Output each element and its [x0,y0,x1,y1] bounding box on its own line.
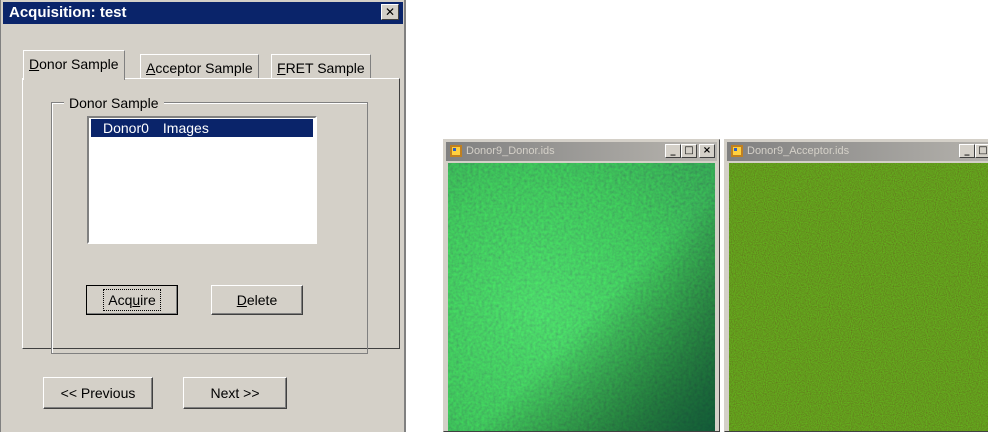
minimize-button[interactable]: _ [959,144,975,158]
acceptor-window-titlebar[interactable]: Donor9_Acceptor.ids _ □ × [727,142,988,161]
close-icon: ✕ [384,5,396,19]
tab-panel: Donor Sample Donor0 Images Acquire Delete [22,78,400,354]
minimize-button[interactable]: _ [665,144,681,158]
image-window-icon [450,145,462,157]
minimize-icon: _ [670,145,676,156]
acceptor-image-window[interactable]: Donor9_Acceptor.ids _ □ × [724,139,988,432]
close-icon: × [702,145,712,156]
donor-image-window[interactable]: Donor9_Donor.ids _ □ × [443,139,720,432]
tab-acceptor-sample[interactable]: Acceptor Sample [140,54,259,80]
list-item[interactable]: Donor0 Images [91,119,313,137]
maximize-button[interactable]: □ [975,144,988,158]
list-item-name: Donor0 [103,120,149,136]
acceptor-window-title: Donor9_Acceptor.ids [747,145,850,157]
image-window-icon [731,145,743,157]
group-label: Donor Sample [64,95,164,111]
dialog-title: Acquisition: test [9,4,127,21]
list-item-type: Images [162,120,209,136]
window-close-button[interactable]: × [699,144,715,158]
close-button[interactable]: ✕ [381,4,399,20]
maximize-icon: □ [684,145,694,156]
dialog-titlebar[interactable]: Acquisition: test ✕ [3,2,403,24]
tab-fret-sample[interactable]: FRET Sample [271,54,371,80]
acquire-button[interactable]: Acquire [86,285,178,315]
tab-donor-sample[interactable]: Donor Sample [23,50,125,80]
donor-fluorescence-image [448,163,715,431]
maximize-button[interactable]: □ [681,144,697,158]
donor-window-title: Donor9_Donor.ids [466,145,555,157]
acquisition-dialog: Acquisition: test ✕ Donor Sample Accepto… [0,0,406,432]
donor-window-titlebar[interactable]: Donor9_Donor.ids _ □ × [446,142,717,161]
next-button[interactable]: Next >> [183,377,287,409]
sample-listbox[interactable]: Donor0 Images [87,116,317,244]
acceptor-fluorescence-image [729,163,988,431]
delete-button[interactable]: Delete [211,285,303,315]
minimize-icon: _ [964,145,970,156]
previous-button[interactable]: << Previous [43,377,153,409]
maximize-icon: □ [978,145,988,156]
